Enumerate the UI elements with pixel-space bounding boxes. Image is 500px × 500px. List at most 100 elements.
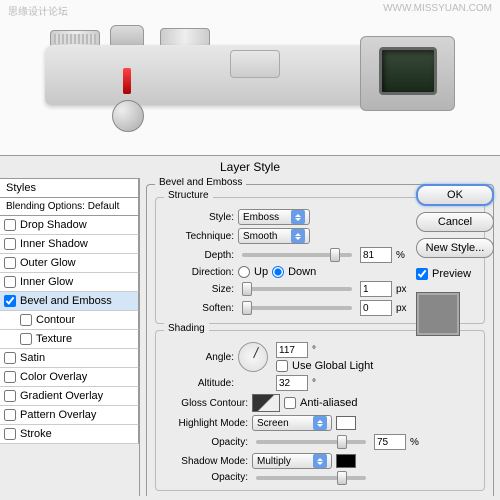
style-label: Contour [36, 314, 75, 326]
style-checkbox[interactable] [4, 352, 16, 364]
dropdown-arrow-icon [291, 210, 305, 224]
hi-opacity-unit: % [410, 437, 419, 448]
bevel-emboss-panel: Bevel and Emboss Structure Style: Emboss… [140, 178, 500, 496]
direction-down-radio[interactable] [272, 266, 284, 278]
camera-red-indicator [123, 68, 131, 94]
style-label: Stroke [20, 428, 52, 440]
style-label: Drop Shadow [20, 219, 87, 231]
direction-up-radio[interactable] [238, 266, 250, 278]
highlight-color-swatch[interactable] [336, 416, 356, 430]
depth-unit: % [396, 250, 405, 261]
gloss-contour-swatch[interactable] [252, 394, 280, 412]
style-checkbox[interactable] [4, 238, 16, 250]
angle-wheel[interactable] [238, 342, 268, 372]
style-select[interactable]: Emboss [238, 209, 310, 225]
style-label: Pattern Overlay [20, 409, 96, 421]
camera-knob [112, 100, 144, 132]
style-checkbox[interactable] [4, 295, 16, 307]
watermark-right: WWW.MISSYUAN.COM [383, 3, 492, 14]
highlight-mode-select[interactable]: Screen [252, 415, 332, 431]
preview-label: Preview [432, 268, 471, 280]
hi-opacity-label: Opacity: [164, 437, 248, 448]
style-item-gradient-overlay[interactable]: Gradient Overlay [0, 387, 139, 406]
altitude-label: Altitude: [164, 378, 234, 389]
style-label: Color Overlay [20, 371, 87, 383]
direction-label: Direction: [164, 267, 234, 278]
highlight-label: Highlight Mode: [164, 418, 248, 429]
hi-opacity-slider[interactable] [256, 440, 366, 444]
global-light-checkbox[interactable] [276, 360, 288, 372]
style-label: Satin [20, 352, 45, 364]
style-label: Gradient Overlay [20, 390, 103, 402]
style-label: Bevel and Emboss [20, 295, 112, 307]
soften-slider[interactable] [242, 306, 352, 310]
shading-title: Shading [164, 323, 209, 334]
styles-header[interactable]: Styles [0, 178, 139, 198]
styles-panel: Styles Blending Options: Default Drop Sh… [0, 178, 140, 496]
soften-label: Soften: [164, 303, 234, 314]
style-checkbox[interactable] [20, 333, 32, 345]
sh-opacity-slider[interactable] [256, 476, 366, 480]
altitude-unit: ° [312, 378, 316, 389]
depth-input[interactable] [360, 247, 392, 263]
style-checkbox[interactable] [4, 390, 16, 402]
style-item-texture[interactable]: Texture [0, 330, 139, 349]
angle-unit: ° [312, 345, 316, 356]
blending-options[interactable]: Blending Options: Default [0, 198, 139, 216]
preview-checkbox[interactable] [416, 268, 428, 280]
dropdown-arrow-icon [291, 229, 305, 243]
style-item-bevel-and-emboss[interactable]: Bevel and Emboss [0, 292, 139, 311]
shadow-label: Shadow Mode: [164, 456, 248, 467]
soften-input[interactable] [360, 300, 392, 316]
style-checkbox[interactable] [20, 314, 32, 326]
style-checkbox[interactable] [4, 219, 16, 231]
style-item-stroke[interactable]: Stroke [0, 425, 139, 444]
style-item-drop-shadow[interactable]: Drop Shadow [0, 216, 139, 235]
anti-aliased-checkbox[interactable] [284, 397, 296, 409]
global-light-label: Use Global Light [292, 360, 373, 372]
style-item-inner-glow[interactable]: Inner Glow [0, 273, 139, 292]
style-item-outer-glow[interactable]: Outer Glow [0, 254, 139, 273]
new-style-button[interactable]: New Style... [416, 238, 494, 258]
camera-hot-shoe [230, 50, 280, 78]
technique-label: Technique: [164, 231, 234, 242]
style-item-color-overlay[interactable]: Color Overlay [0, 368, 139, 387]
dialog-title: Layer Style [0, 156, 500, 178]
dropdown-arrow-icon [313, 454, 327, 468]
style-item-inner-shadow[interactable]: Inner Shadow [0, 235, 139, 254]
dropdown-arrow-icon [313, 416, 327, 430]
style-checkbox[interactable] [4, 276, 16, 288]
bevel-group-title: Bevel and Emboss [155, 178, 246, 188]
style-item-satin[interactable]: Satin [0, 349, 139, 368]
camera-viewfinder [360, 36, 455, 111]
size-slider[interactable] [242, 287, 352, 291]
layer-style-dialog: Layer Style Styles Blending Options: Def… [0, 155, 500, 500]
down-label: Down [288, 266, 316, 278]
style-item-contour[interactable]: Contour [0, 311, 139, 330]
style-checkbox[interactable] [4, 428, 16, 440]
cancel-button[interactable]: Cancel [416, 212, 494, 232]
angle-input[interactable] [276, 342, 308, 358]
preview-swatch [416, 292, 460, 336]
camera-shutter [110, 25, 144, 47]
style-checkbox[interactable] [4, 371, 16, 383]
structure-title: Structure [164, 190, 213, 201]
size-input[interactable] [360, 281, 392, 297]
camera-illustration [0, 0, 500, 155]
hi-opacity-input[interactable] [374, 434, 406, 450]
sh-opacity-label: Opacity: [164, 472, 248, 483]
style-checkbox[interactable] [4, 257, 16, 269]
ok-button[interactable]: OK [416, 184, 494, 206]
shadow-mode-select[interactable]: Multiply [252, 453, 332, 469]
depth-slider[interactable] [242, 253, 352, 257]
up-label: Up [254, 266, 268, 278]
depth-label: Depth: [164, 250, 234, 261]
altitude-input[interactable] [276, 375, 308, 391]
style-item-pattern-overlay[interactable]: Pattern Overlay [0, 406, 139, 425]
style-checkbox[interactable] [4, 409, 16, 421]
technique-select[interactable]: Smooth [238, 228, 310, 244]
shadow-color-swatch[interactable] [336, 454, 356, 468]
style-label: Style: [164, 212, 234, 223]
angle-label: Angle: [164, 352, 234, 363]
style-label: Inner Shadow [20, 238, 88, 250]
